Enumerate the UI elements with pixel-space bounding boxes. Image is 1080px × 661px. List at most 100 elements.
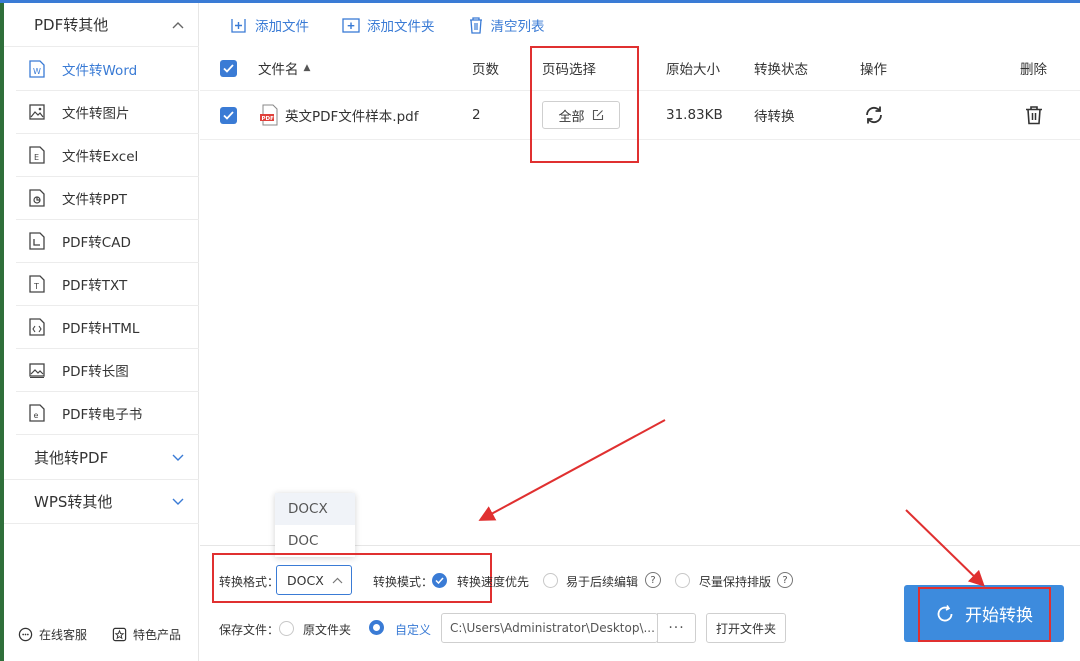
save-option-custom[interactable]: 自定义 [395,621,431,638]
trash-icon [1026,106,1042,125]
online-service-label: 在线客服 [39,627,88,642]
annotation-box-page-select [530,46,639,163]
mode-radio-layout[interactable] [675,573,690,588]
save-option-original[interactable]: 原文件夹 [303,621,351,638]
cad-file-icon [28,232,46,250]
sidebar: PDF转其他 W 文件转Word 文件转图片 E 文件转Excel 文件转PPT… [4,3,199,661]
save-path-value: C:\Users\Administrator\Desktop\... [450,621,655,635]
add-file-button[interactable]: 添加文件 [230,15,309,35]
mode-radio-editable[interactable] [543,573,558,588]
file-table-header: 文件名 ▲ 页数 页码选择 原始大小 转换状态 操作 删除 [200,46,1080,90]
column-header-pages: 页数 [472,46,499,90]
sidebar-group-label: PDF转其他 [34,16,109,34]
column-header-label: 转换状态 [754,62,808,78]
convert-row-button[interactable] [863,91,885,139]
chat-icon [18,627,33,641]
svg-text:W: W [33,67,41,76]
featured-products-link[interactable]: 特色产品 [112,626,181,643]
page-count: 2 [472,91,481,139]
sidebar-item-label: PDF转电子书 [62,407,143,423]
file-size: 31.83KB [666,91,723,139]
add-folder-button[interactable]: 添加文件夹 [342,15,435,35]
online-service-link[interactable]: 在线客服 [18,626,87,643]
format-option-label: DOCX [288,501,328,517]
clear-list-label: 清空列表 [490,19,545,35]
check-icon [223,110,234,120]
sidebar-item-label: 文件转图片 [62,106,130,122]
sidebar-group-other-to-pdf[interactable]: 其他转PDF [4,436,199,480]
sidebar-item-label: 文件转PPT [62,192,128,208]
excel-file-icon: E [28,146,46,164]
ppt-file-icon [28,189,46,207]
conversion-status-value: 待转换 [754,109,795,125]
sidebar-group-pdf-to-other[interactable]: PDF转其他 [4,3,199,47]
help-icon[interactable]: ? [645,572,661,588]
row-checkbox[interactable] [220,91,237,139]
svg-text:E: E [34,153,39,162]
column-header-delete: 删除 [1020,46,1047,90]
file-name: 英文PDF文件样本.pdf [285,109,419,125]
sidebar-item-pdf-to-txt[interactable]: T PDF转TXT [16,263,199,306]
sidebar-item-label: PDF转CAD [62,235,131,251]
toolbar: 添加文件 添加文件夹 清空列表 [230,12,578,38]
page-count-value: 2 [472,107,481,123]
save-path-input[interactable]: C:\Users\Administrator\Desktop\... [441,613,658,643]
featured-products-label: 特色产品 [133,627,182,642]
sidebar-item-file-to-ppt[interactable]: 文件转PPT [16,177,199,220]
mode-option-layout[interactable]: 尽量保持排版 [699,573,771,590]
svg-text:PDF: PDF [262,116,275,122]
open-folder-button[interactable]: 打开文件夹 [706,613,786,643]
delete-row-button[interactable] [1024,91,1044,139]
clear-list-button[interactable]: 清空列表 [468,15,545,35]
file-name-cell: PDF 英文PDF文件样本.pdf [259,91,418,139]
sidebar-item-file-to-excel[interactable]: E 文件转Excel [16,134,199,177]
sidebar-item-pdf-to-long-image[interactable]: PDF转长图 [16,349,199,392]
add-folder-label: 添加文件夹 [367,19,435,35]
sidebar-item-pdf-to-cad[interactable]: PDF转CAD [16,220,199,263]
checkbox-checked [220,59,237,77]
sidebar-item-label: 文件转Word [62,63,138,79]
image-file-icon [28,103,46,121]
mode-option-speed[interactable]: 转换速度优先 [457,573,529,590]
sidebar-item-label: 文件转Excel [62,149,139,165]
open-folder-label: 打开文件夹 [715,621,776,636]
browse-button[interactable]: ··· [657,613,696,643]
column-header-label: 原始大小 [666,62,720,78]
mode-option-editable[interactable]: 易于后续编辑 [566,573,638,590]
sidebar-item-file-to-word[interactable]: W 文件转Word [16,48,199,91]
chevron-down-icon [171,451,185,465]
sidebar-group-label: WPS转其他 [34,493,113,511]
html-file-icon [28,318,46,336]
sidebar-item-label: PDF转HTML [62,321,140,337]
add-file-label: 添加文件 [255,19,309,35]
sidebar-item-label: PDF转TXT [62,278,128,294]
save-label: 保存文件： [219,623,280,637]
annotation-box-format [212,553,492,603]
column-header-label: 页数 [472,62,499,78]
column-header-label: 操作 [860,62,887,78]
column-header-filename[interactable]: 文件名 ▲ [258,46,310,90]
column-header-label: 文件名 [258,62,299,78]
sidebar-footer: 在线客服 特色产品 [4,619,199,649]
sidebar-group-label: 其他转PDF [34,449,109,467]
chevron-down-icon [171,495,185,509]
svg-text:T: T [33,282,39,291]
chevron-up-icon [171,18,185,32]
sidebar-item-pdf-to-ebook[interactable]: e PDF转电子书 [16,392,199,435]
mode-radio-speed[interactable] [432,573,447,588]
help-icon[interactable]: ? [777,572,793,588]
sidebar-item-pdf-to-html[interactable]: PDF转HTML [16,306,199,349]
save-radio-original[interactable] [279,621,294,636]
save-radio-custom[interactable] [369,620,384,635]
long-image-icon [28,361,46,379]
ebook-file-icon: e [28,404,46,422]
format-option-docx[interactable]: DOCX [275,493,355,525]
file-size-value: 31.83KB [666,107,723,123]
sidebar-item-file-to-image[interactable]: 文件转图片 [16,91,199,134]
sidebar-group-wps-to-other[interactable]: WPS转其他 [4,480,199,524]
select-all-checkbox[interactable] [220,46,237,90]
star-badge-icon [112,627,127,641]
annotation-box-start [918,587,1051,642]
format-dropdown: DOCX DOC [275,493,355,557]
add-file-icon [231,19,246,33]
